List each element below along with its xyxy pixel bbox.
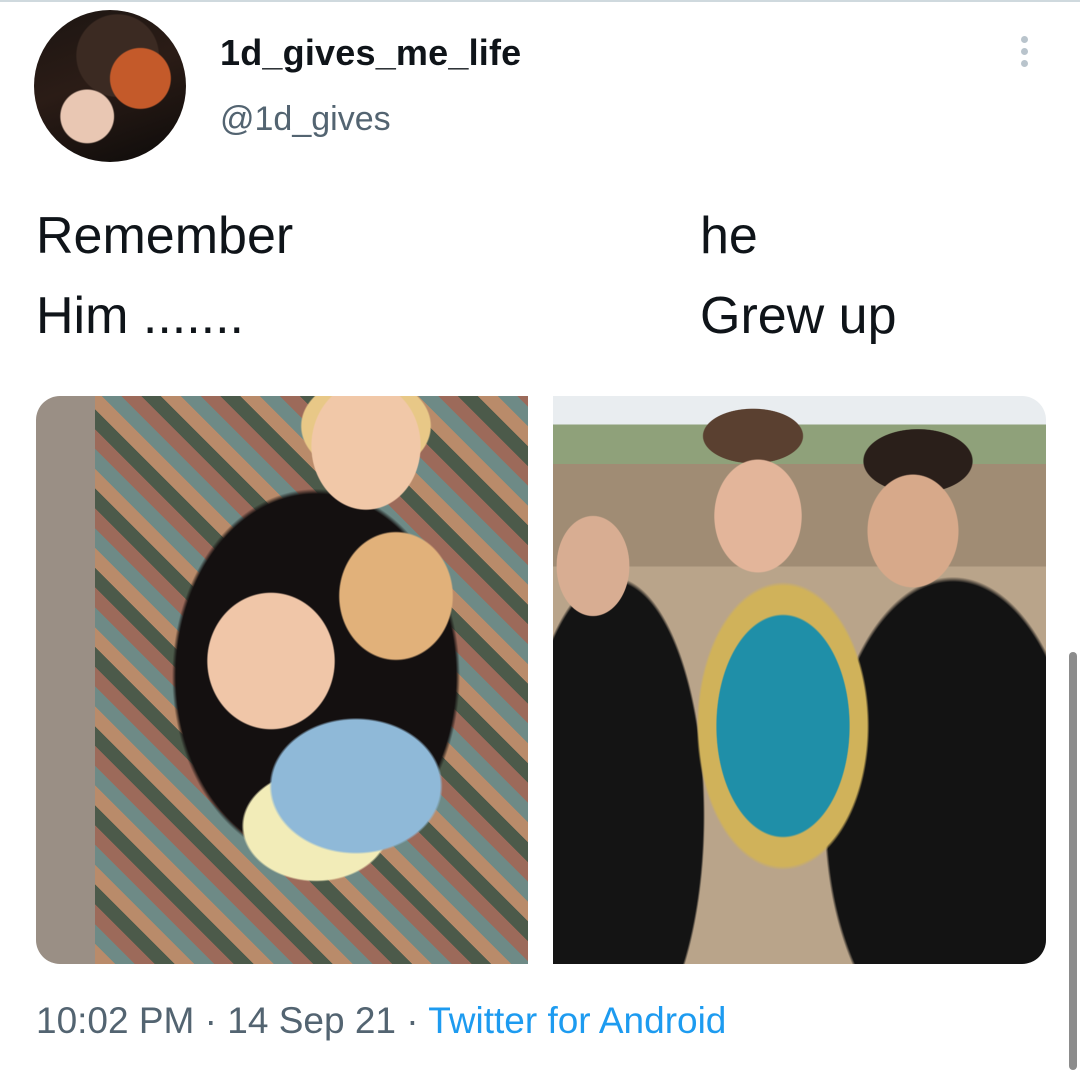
scrollbar[interactable] bbox=[1069, 652, 1077, 1070]
timestamp-separator: · bbox=[194, 1000, 228, 1041]
avatar[interactable] bbox=[34, 10, 186, 162]
top-divider bbox=[0, 0, 1080, 2]
timestamp-date: 14 Sep 21 bbox=[227, 1000, 396, 1041]
tweet-timestamp: 10:02 PM · 14 Sep 21 · Twitter for Andro… bbox=[36, 1000, 726, 1042]
user-handle[interactable]: @1d_gives bbox=[220, 100, 391, 139]
tweet-text-left: Remember Him ....... bbox=[36, 207, 294, 345]
display-name[interactable]: 1d_gives_me_life bbox=[220, 32, 521, 74]
tweet-photo-adult[interactable] bbox=[553, 396, 1046, 964]
tweet-photo-childhood[interactable] bbox=[36, 396, 528, 964]
more-vertical-icon[interactable] bbox=[1012, 36, 1036, 76]
tweet-text-right: he Grew up bbox=[700, 207, 897, 345]
timestamp-time: 10:02 PM bbox=[36, 1000, 195, 1041]
timestamp-separator: · bbox=[395, 1000, 429, 1041]
source-app-link[interactable]: Twitter for Android bbox=[428, 1000, 726, 1041]
